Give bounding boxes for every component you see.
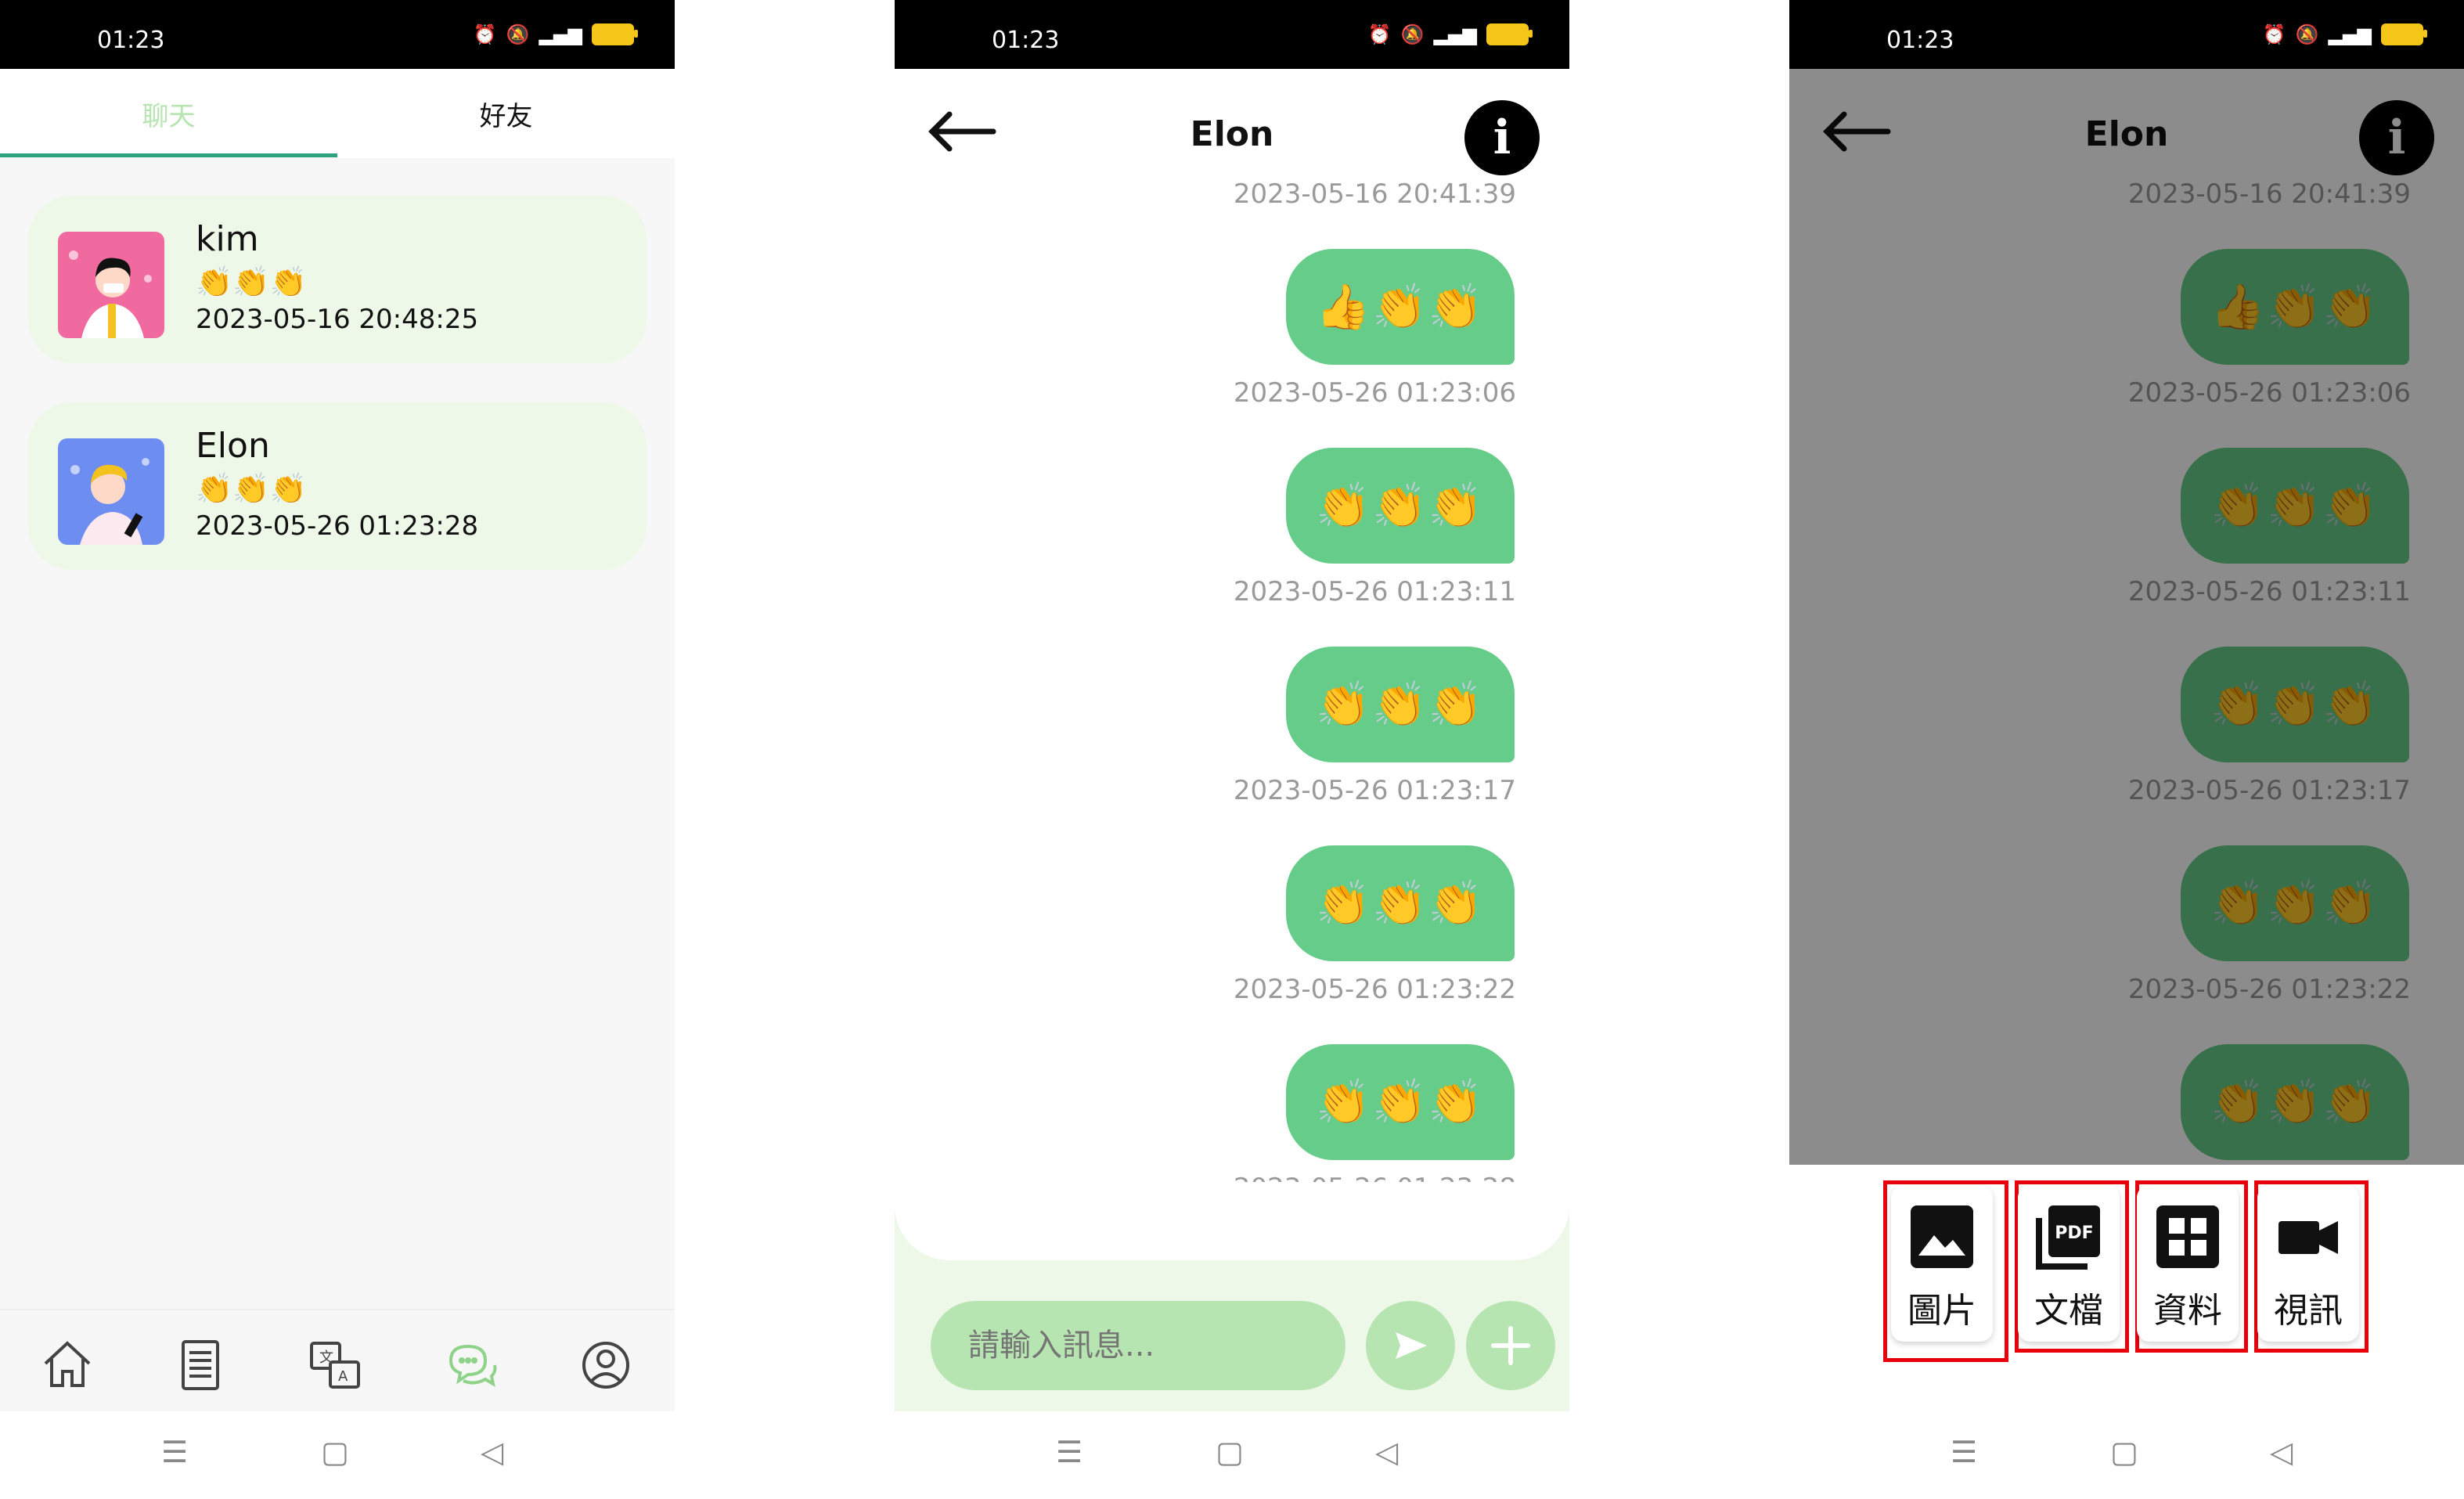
chat-time: 2023-05-16 20:48:25 (196, 304, 479, 335)
attachment-panel: 圖片 PDF 文檔 資料 視訊 (1789, 1165, 2464, 1417)
home-icon[interactable] (36, 1334, 99, 1396)
chat-preview: 👏👏👏 (196, 265, 307, 299)
pdf-icon: PDF (2036, 1205, 2100, 1270)
profile-icon[interactable] (575, 1334, 637, 1396)
video-camera-icon (2278, 1221, 2338, 1254)
bottom-nav: 文 A (0, 1309, 675, 1418)
attach-label: 文檔 (2034, 1291, 2103, 1331)
status-time: 01:23 (1886, 27, 1954, 54)
back-triangle-icon[interactable]: ◁ (2270, 1435, 2293, 1469)
chat-time: 2023-05-26 01:23:28 (196, 510, 479, 542)
chat-list-screen: 01:23 ⏰ 🔕 ▂▄▆ 聊天 好友 kim 👏👏👏 2023-05-16 2… (0, 0, 675, 1499)
grid-icon (2156, 1205, 2219, 1268)
tab-friends[interactable]: 好友 (337, 69, 675, 158)
attach-label: 圖片 (1907, 1291, 1976, 1331)
document-icon[interactable] (169, 1334, 232, 1396)
message-bubble[interactable]: 👍👏👏 (1286, 249, 1515, 365)
home-square-icon[interactable]: ▢ (2110, 1435, 2138, 1469)
chat-item-kim[interactable]: kim 👏👏👏 2023-05-16 20:48:25 (28, 196, 647, 363)
menu-icon[interactable]: ☰ (1056, 1435, 1083, 1469)
status-bar: 01:23 ⏰ 🔕 ▂▄▆ (1789, 0, 2464, 69)
battery-icon (1486, 23, 1533, 45)
chat-screen: 01:23 ⏰ 🔕 ▂▄▆ Elon i 2023-05-16 20:41:39… (895, 0, 1569, 1499)
send-icon (1396, 1332, 1427, 1359)
avatar (58, 438, 164, 545)
image-icon (1911, 1205, 1973, 1268)
home-square-icon[interactable]: ▢ (321, 1435, 349, 1469)
attach-label: 資料 (2153, 1291, 2222, 1331)
chat-list: kim 👏👏👏 2023-05-16 20:48:25 Elon 👏👏👏 202… (0, 158, 675, 1309)
signal-icon: ▂▄▆ (539, 23, 582, 45)
message-time: 2023-05-26 01:23:06 (1233, 377, 1516, 409)
message-time: 2023-05-26 01:23:11 (1233, 576, 1516, 607)
send-button[interactable] (1366, 1301, 1455, 1390)
system-nav-bar: ☰ ▢ ◁ (0, 1411, 675, 1499)
attach-data-button[interactable]: 資料 (2137, 1185, 2239, 1342)
mute-icon: 🔕 (2295, 23, 2319, 45)
chat-item-elon[interactable]: Elon 👏👏👏 2023-05-26 01:23:28 (28, 402, 647, 570)
alarm-icon: ⏰ (2262, 23, 2286, 45)
home-square-icon[interactable]: ▢ (1216, 1435, 1244, 1469)
message-bubble[interactable]: 👏👏👏 (1286, 845, 1515, 961)
attach-image-button[interactable]: 圖片 (1891, 1185, 1993, 1342)
chat-name: Elon (196, 426, 270, 466)
attach-video-button[interactable]: 視訊 (2257, 1185, 2359, 1342)
signal-icon: ▂▄▆ (1433, 23, 1477, 45)
message-input[interactable] (931, 1301, 1345, 1390)
battery-icon (2381, 23, 2427, 45)
tab-bar: 聊天 好友 (0, 69, 675, 158)
menu-icon[interactable]: ☰ (161, 1435, 188, 1469)
system-nav-bar: ☰ ▢ ◁ (1789, 1411, 2464, 1499)
tab-chats[interactable]: 聊天 (0, 69, 337, 158)
info-button[interactable]: i (1464, 100, 1540, 175)
dim-overlay[interactable] (1789, 69, 2464, 1165)
message-time: 2023-05-16 20:41:39 (1233, 178, 1516, 210)
tab-indicator (0, 153, 337, 157)
attach-pdf-button[interactable]: PDF 文檔 (2018, 1185, 2120, 1342)
status-time: 01:23 (97, 27, 165, 54)
plus-icon (1491, 1326, 1530, 1365)
chat-icon[interactable] (440, 1334, 503, 1396)
status-time: 01:23 (992, 27, 1060, 54)
status-bar: 01:23 ⏰ 🔕 ▂▄▆ (0, 0, 675, 69)
svg-text:A: A (338, 1368, 348, 1385)
alarm-icon: ⏰ (473, 23, 497, 45)
message-bubble[interactable]: 👏👏👏 (1286, 1044, 1515, 1160)
add-attachment-button[interactable] (1466, 1301, 1555, 1390)
message-time: 2023-05-26 01:23:17 (1233, 775, 1516, 806)
alarm-icon: ⏰ (1367, 23, 1392, 45)
attachment-screen: 01:23 ⏰ 🔕 ▂▄▆ Elon i 2023-05-16 20:41:39… (1789, 0, 2464, 1499)
chat-name: kim (196, 219, 259, 259)
system-nav-bar: ☰ ▢ ◁ (895, 1411, 1569, 1499)
svg-text:文: 文 (319, 1349, 333, 1366)
attach-label: 視訊 (2274, 1291, 2343, 1331)
chat-preview: 👏👏👏 (196, 471, 307, 506)
chat-header: Elon i (895, 69, 1569, 186)
composer (895, 1182, 1569, 1417)
message-bubble[interactable]: 👏👏👏 (1286, 448, 1515, 564)
mute-icon: 🔕 (506, 23, 530, 45)
mute-icon: 🔕 (1400, 23, 1425, 45)
message-bubble[interactable]: 👏👏👏 (1286, 647, 1515, 762)
message-time: 2023-05-26 01:23:22 (1233, 974, 1516, 1005)
battery-icon (592, 23, 638, 45)
avatar (58, 232, 164, 338)
menu-icon[interactable]: ☰ (1951, 1435, 1977, 1469)
svg-text:PDF: PDF (2055, 1223, 2093, 1243)
back-triangle-icon[interactable]: ◁ (481, 1435, 503, 1469)
status-bar: 01:23 ⏰ 🔕 ▂▄▆ (895, 0, 1569, 69)
signal-icon: ▂▄▆ (2328, 23, 2372, 45)
translate-icon[interactable]: 文 A (304, 1334, 366, 1396)
back-triangle-icon[interactable]: ◁ (1375, 1435, 1398, 1469)
